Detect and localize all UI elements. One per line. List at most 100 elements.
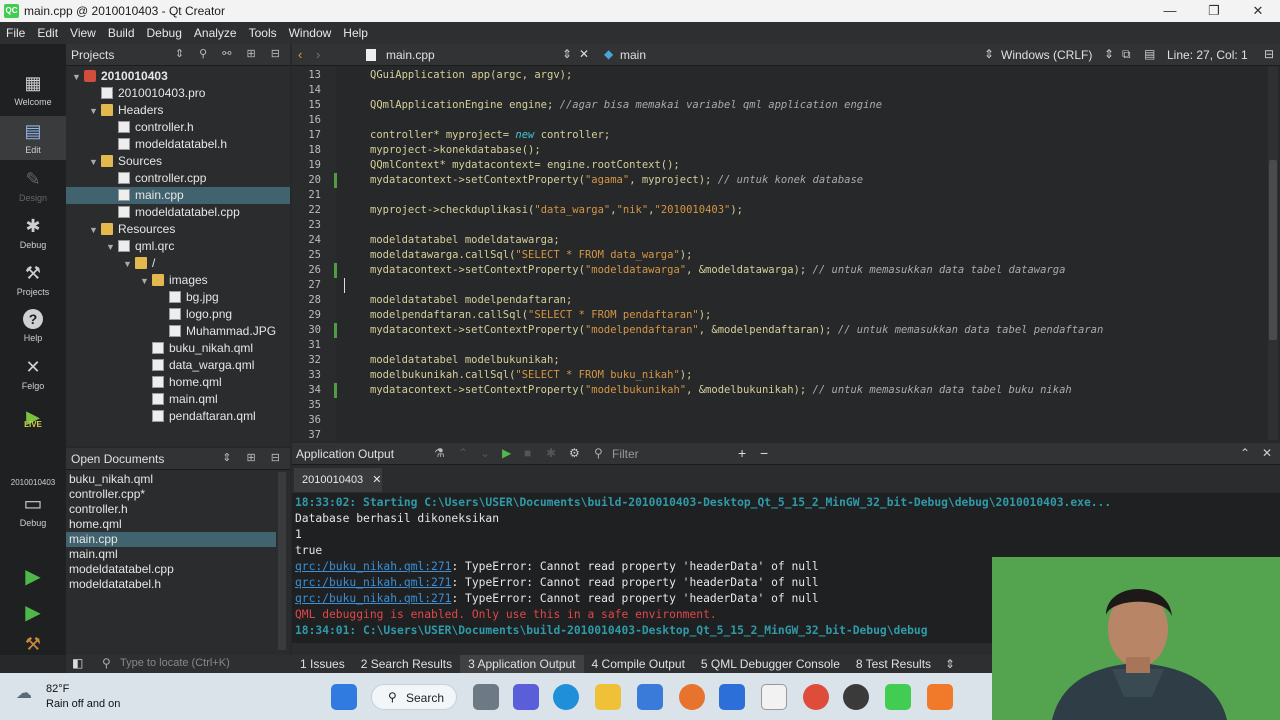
tree-item[interactable]: logo.png [66, 306, 290, 323]
open-document-item[interactable]: modeldatatabel.h [66, 577, 276, 592]
chrome-icon[interactable] [803, 684, 829, 710]
tree-item[interactable]: ▼ images [66, 272, 290, 289]
mode-debug[interactable]: ✱ Debug [0, 215, 66, 250]
task-view-icon[interactable] [473, 684, 499, 710]
code-area[interactable]: QGuiApplication app(argc, argv); QQmlAppl… [292, 66, 1268, 441]
build-hammer-button[interactable]: ⚒ [0, 634, 66, 655]
tree-item[interactable]: modeldatatabel.cpp [66, 204, 290, 221]
stop-icon[interactable]: ■ [524, 446, 531, 460]
menu-analyze[interactable]: Analyze [194, 26, 237, 40]
encoding-combo-arrow-icon[interactable]: ⇕ [1104, 47, 1114, 61]
debug-run-button[interactable]: ▶ [0, 600, 66, 625]
split-editor-icon[interactable]: ⊟ [1264, 47, 1274, 61]
tree-item[interactable]: buku_nikah.qml [66, 340, 290, 357]
expand-arrow-icon[interactable]: ▼ [89, 103, 101, 120]
line-ending-selector[interactable]: Windows (CRLF) [1001, 48, 1092, 62]
locator-input[interactable]: Type to locate (Ctrl+K) [120, 657, 280, 669]
menu-window[interactable]: Window [289, 26, 332, 40]
split-icon[interactable]: ⧉ [1122, 47, 1131, 62]
maximize-button[interactable]: ❐ [1192, 1, 1236, 21]
close-tab-icon[interactable]: ✕ [372, 474, 381, 486]
mode-edit[interactable]: ▤ Edit [0, 116, 66, 160]
tree-item[interactable]: ▼ / [66, 255, 290, 272]
tree-item[interactable]: main.qml [66, 391, 290, 408]
expand-arrow-icon[interactable]: ▼ [89, 222, 101, 239]
output-pane-tab[interactable]: 1 Issues [292, 655, 353, 673]
tree-item[interactable]: ▼ Sources [66, 153, 290, 170]
tree-item[interactable]: ▼ Resources [66, 221, 290, 238]
menu-view[interactable]: View [70, 26, 96, 40]
tree-item[interactable]: 2010010403.pro [66, 85, 290, 102]
tree-item[interactable]: Muhammad.JPG [66, 323, 290, 340]
close-document-icon[interactable]: ✕ [579, 47, 589, 61]
output-source-link[interactable]: qrc:/buku_nikah.qml:271 [295, 576, 451, 589]
cursor-position[interactable]: Line: 27, Col: 1 [1167, 48, 1248, 62]
back-arrow-icon[interactable]: ‹ [298, 47, 302, 62]
kit-selector[interactable]: 2010010403 ▭ Debug [0, 478, 66, 528]
taskbar-search[interactable]: ⚲ Search [371, 684, 457, 710]
tree-item[interactable]: home.qml [66, 374, 290, 391]
menu-tools[interactable]: Tools [249, 26, 277, 40]
tree-item[interactable]: pendaftaran.qml [66, 408, 290, 425]
zoom-in-icon[interactable]: + [738, 445, 746, 461]
maximize-pane-icon[interactable]: ⌃ [1240, 446, 1250, 460]
close-pane-icon[interactable]: ✕ [1262, 446, 1272, 460]
attach-icon[interactable]: ⚗ [434, 446, 445, 460]
open-documents-toolbar[interactable]: ⇕ ⊞ ⊟ [222, 451, 286, 464]
output-pane-tab[interactable]: 8 Test Results [848, 655, 939, 673]
tree-item[interactable]: ▼ Headers [66, 102, 290, 119]
qt-creator-taskbar-icon[interactable] [885, 684, 911, 710]
zoom-out-icon[interactable]: − [760, 445, 768, 461]
menu-debug[interactable]: Debug [147, 26, 182, 40]
expand-arrow-icon[interactable]: ▼ [106, 239, 118, 256]
open-document-item[interactable]: main.cpp [66, 532, 276, 547]
amazon-icon[interactable] [761, 684, 787, 710]
output-pane-tab[interactable]: 4 Compile Output [584, 655, 693, 673]
tree-item[interactable]: main.cpp [66, 187, 290, 204]
tree-item[interactable]: controller.cpp [66, 170, 290, 187]
store-icon[interactable] [637, 684, 663, 710]
settings-icon[interactable]: ⚙ [569, 446, 580, 460]
menu-file[interactable]: File [6, 26, 25, 40]
weather-temp[interactable]: 82°F [46, 683, 69, 695]
output-pane-tab[interactable]: 3 Application Output [460, 655, 584, 673]
tree-item[interactable]: controller.h [66, 119, 290, 136]
expand-arrow-icon[interactable]: ▼ [72, 69, 84, 86]
tree-item[interactable]: bg.jpg [66, 289, 290, 306]
expand-arrow-icon[interactable]: ▼ [89, 154, 101, 171]
output-pane-tab[interactable]: 2 Search Results [353, 655, 460, 673]
teams-icon[interactable] [513, 684, 539, 710]
forward-arrow-icon[interactable]: › [316, 47, 320, 62]
mode-live[interactable]: ▶ LIVE [0, 406, 66, 441]
mode-projects[interactable]: ⚒ Projects [0, 262, 66, 297]
github-icon[interactable] [843, 684, 869, 710]
rerun-icon[interactable]: ▶ [502, 446, 511, 460]
more-tabs-icon[interactable]: ⇕ [939, 655, 961, 673]
document-combo-arrow-icon[interactable]: ⇕ [562, 47, 572, 61]
tree-item[interactable]: ▼ qml.qrc [66, 238, 290, 255]
projects-toolbar[interactable]: ⇕ ⚲ ⚯ ⊞ ⊟ [175, 47, 286, 60]
start-button[interactable] [331, 684, 357, 710]
editor-scrollbar-thumb[interactable] [1269, 160, 1277, 340]
tree-item[interactable]: modeldatatabel.h [66, 136, 290, 153]
symbol-selector[interactable]: main [620, 48, 646, 62]
menu-help[interactable]: Help [343, 26, 368, 40]
edge-icon[interactable] [553, 684, 579, 710]
open-documents-scrollbar[interactable] [278, 472, 286, 650]
output-pane-tab[interactable]: 5 QML Debugger Console [693, 655, 848, 673]
mode-felgo[interactable]: ✕ Felgo [0, 356, 66, 391]
close-button[interactable]: ✕ [1236, 1, 1280, 21]
mode-help[interactable]: ? Help [0, 309, 66, 343]
firefox-icon[interactable] [679, 684, 705, 710]
open-document-item[interactable]: controller.cpp* [66, 487, 276, 502]
expand-arrow-icon[interactable]: ▼ [140, 273, 152, 290]
output-filter-input[interactable]: Filter [612, 447, 722, 461]
next-icon[interactable]: ⌄ [480, 446, 490, 460]
symbol-combo-arrow-icon[interactable]: ⇕ [984, 47, 994, 61]
open-document-item[interactable]: controller.h [66, 502, 276, 517]
mode-design[interactable]: ✎ Design [0, 168, 66, 203]
weather-text[interactable]: Rain off and on [46, 698, 120, 710]
output-hscrollbar[interactable] [292, 643, 992, 655]
open-document-item[interactable]: buku_nikah.qml [66, 472, 276, 487]
toggle-sidebar-icon[interactable]: ◧ [72, 656, 83, 670]
